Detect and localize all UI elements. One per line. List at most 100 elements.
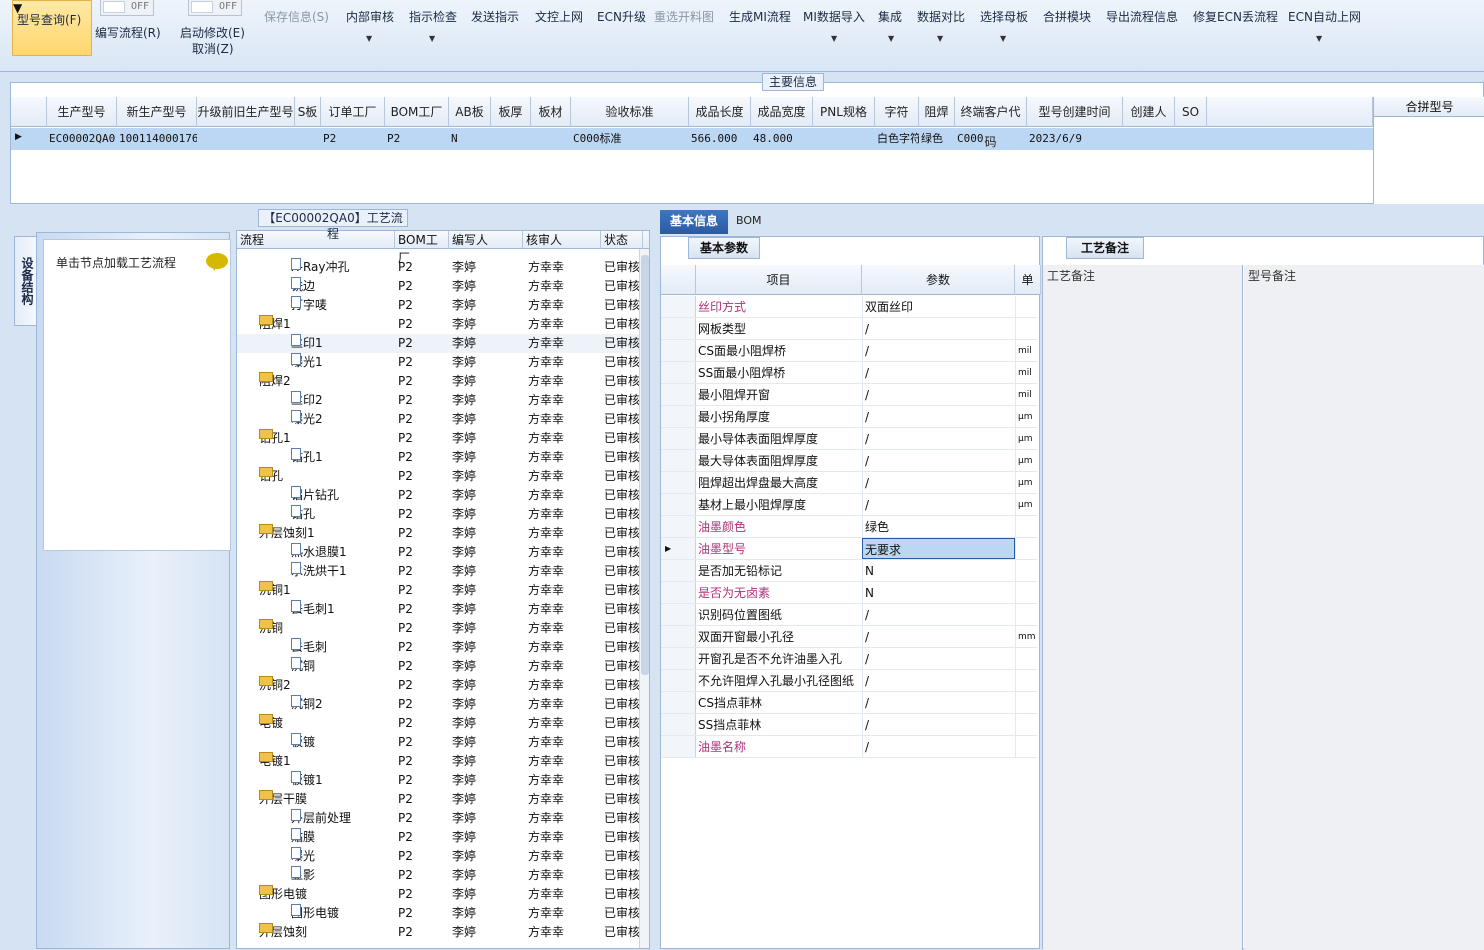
param-row[interactable]: ▶ 油墨型号 无要求 <box>661 538 1037 560</box>
param-value[interactable]: / <box>862 318 1015 339</box>
tree-row[interactable]: −沉铜P2李婷方幸幸已审核 <box>237 619 641 638</box>
tree-row[interactable]: 曝光 P2 李婷 方幸幸 已审核 <box>237 847 641 866</box>
param-row[interactable]: 阻焊超出焊盘最大高度 / μm <box>661 472 1037 494</box>
column-header[interactable]: 板材 <box>531 97 571 127</box>
column-header[interactable]: 板厚 <box>491 97 531 127</box>
data-compare-button[interactable]: 数据对比 ▼ <box>917 8 965 43</box>
process-remark-col[interactable]: 工艺备注 <box>1043 265 1243 950</box>
table-cell[interactable]: 白色字符 <box>877 128 919 150</box>
column-header[interactable]: 升级前旧生产型号 <box>197 97 295 127</box>
table-cell[interactable]: P2 <box>323 128 385 150</box>
column-header[interactable]: 创建人 <box>1123 97 1175 127</box>
tree-row[interactable]: 去毛刺 P2 李婷 方幸幸 已审核 <box>237 638 641 657</box>
tree-row[interactable]: −电镀P2李婷方幸幸已审核 <box>237 714 641 733</box>
table-cell[interactable]: N <box>451 128 491 150</box>
column-header[interactable]: 阻焊 <box>919 97 955 127</box>
toggle-switch-2[interactable]: OFF <box>188 0 242 16</box>
tree-row[interactable]: 热水退膜1 P2 李婷 方幸幸 已审核 <box>237 543 641 562</box>
process-scrollbar[interactable] <box>639 249 649 948</box>
tree-row[interactable]: 去毛刺1 P2 李婷 方幸幸 已审核 <box>237 600 641 619</box>
tree-row[interactable]: X-Ray冲孔 P2 李婷 方幸幸 已审核 <box>237 258 641 277</box>
device-structure-tab[interactable]: 设备结构 <box>14 236 38 326</box>
tree-row[interactable]: −钻孔1P2李婷方幸幸已审核 <box>237 429 641 448</box>
param-value[interactable]: 绿色 <box>862 516 1015 537</box>
tab-process-remark[interactable]: 工艺备注 <box>1066 237 1144 259</box>
param-value[interactable]: 无要求 <box>862 538 1015 559</box>
param-value[interactable]: / <box>862 406 1015 427</box>
send-instruct-button[interactable]: 发送指示 <box>471 8 519 25</box>
param-value[interactable]: / <box>862 450 1015 471</box>
param-row[interactable]: 最大导体表面阻焊厚度 / μm <box>661 450 1037 472</box>
tree-row[interactable]: −沉铜2P2李婷方幸幸已审核 <box>237 676 641 695</box>
tree-row[interactable]: 铝片钻孔 P2 李婷 方幸幸 已审核 <box>237 486 641 505</box>
select-mother-button[interactable]: 选择母板 ▼ <box>980 8 1028 43</box>
column-header[interactable]: 型号创建时间 <box>1027 97 1123 127</box>
param-row[interactable]: 不允许阻焊入孔最小孔径图纸 / <box>661 670 1037 692</box>
param-row[interactable]: SS挡点菲林 / <box>661 714 1037 736</box>
param-row[interactable]: 识别码位置图纸 / <box>661 604 1037 626</box>
tree-row[interactable]: 沉铜 P2 李婷 方幸幸 已审核 <box>237 657 641 676</box>
column-header[interactable]: 验收标准 <box>571 97 689 127</box>
tree-row[interactable]: 水洗烘干1 P2 李婷 方幸幸 已审核 <box>237 562 641 581</box>
merge-module-button[interactable]: 合拼模块 <box>1043 8 1091 25</box>
param-row[interactable]: CS面最小阻焊桥 / mil <box>661 340 1037 362</box>
tree-row[interactable]: 曝光2 P2 李婷 方幸幸 已审核 <box>237 410 641 429</box>
param-value[interactable]: / <box>862 428 1015 449</box>
table-cell[interactable]: 10011400017629 <box>119 128 197 150</box>
param-row[interactable]: 开窗孔是否不允许油墨入孔 / <box>661 648 1037 670</box>
node-hint-box[interactable]: 单击节点加载工艺流程 <box>43 239 231 551</box>
ecn-upgrade-button[interactable]: ECN升级 <box>597 8 646 25</box>
table-cell[interactable]: C000 <box>957 128 1027 150</box>
param-row[interactable]: 油墨名称 / <box>661 736 1037 758</box>
start-modify-button[interactable]: 启动修改(E) <box>180 24 245 41</box>
column-header[interactable]: S板 <box>295 97 321 127</box>
cancel-button[interactable]: 取消(Z) <box>192 40 234 57</box>
tree-row[interactable]: −钻孔P2李婷方幸幸已审核 <box>237 467 641 486</box>
doc-online-button[interactable]: 文控上网 <box>535 8 583 25</box>
ecn-auto-button[interactable]: ECN自动上网 ▼ <box>1288 8 1361 43</box>
tree-row[interactable]: −电镀1P2李婷方幸幸已审核 <box>237 752 641 771</box>
tree-row[interactable]: 板镀 P2 李婷 方幸幸 已审核 <box>237 733 641 752</box>
table-cell[interactable]: 绿色 <box>921 128 955 150</box>
column-header[interactable]: AB板 <box>449 97 491 127</box>
process-col-header[interactable]: BOM工厂 <box>395 231 449 265</box>
param-value[interactable]: / <box>862 472 1015 493</box>
tree-row[interactable]: −外层干膜P2李婷方幸幸已审核 <box>237 790 641 809</box>
tree-row[interactable]: 板镀1 P2 李婷 方幸幸 已审核 <box>237 771 641 790</box>
column-header[interactable]: 订单工厂 <box>321 97 385 127</box>
tree-row[interactable]: −阻焊2P2李婷方幸幸已审核 <box>237 372 641 391</box>
tree-row[interactable]: −图形电镀P2李婷方幸幸已审核 <box>237 885 641 904</box>
write-flow-button[interactable]: 编写流程(R) <box>95 24 161 41</box>
param-value[interactable]: / <box>862 736 1015 757</box>
column-header[interactable]: SO <box>1175 97 1207 127</box>
param-row[interactable]: 基材上最小阻焊厚度 / μm <box>661 494 1037 516</box>
table-cell[interactable]: C000标准 <box>573 128 689 150</box>
gen-mi-button[interactable]: 生成MI流程 <box>729 8 791 25</box>
param-value[interactable]: / <box>862 340 1015 361</box>
tree-row[interactable]: 打字唛 P2 李婷 方幸幸 已审核 <box>237 296 641 315</box>
param-value[interactable]: N <box>862 582 1015 603</box>
tree-row[interactable]: 铣边 P2 李婷 方幸幸 已审核 <box>237 277 641 296</box>
column-header[interactable]: PNL规格 <box>813 97 875 127</box>
param-value[interactable]: / <box>862 670 1015 691</box>
toggle-switch-1[interactable]: OFF <box>100 0 154 16</box>
table-cell[interactable]: 2023/6/9 <box>1029 128 1123 150</box>
param-value[interactable]: / <box>862 384 1015 405</box>
tree-row[interactable]: 外层前处理 P2 李婷 方幸幸 已审核 <box>237 809 641 828</box>
param-row[interactable]: 最小拐角厚度 / μm <box>661 406 1037 428</box>
param-value[interactable]: / <box>862 494 1015 515</box>
internal-review-button[interactable]: 内部审核 ▼ <box>346 8 394 43</box>
param-value[interactable]: / <box>862 362 1015 383</box>
param-row[interactable]: 丝印方式 双面丝印 <box>661 296 1037 318</box>
param-row[interactable]: 是否加无铅标记 N <box>661 560 1037 582</box>
param-row[interactable]: CS挡点菲林 / <box>661 692 1037 714</box>
tree-row[interactable]: 图形电镀 P2 李婷 方幸幸 已审核 <box>237 904 641 923</box>
column-header[interactable]: 生产型号 <box>47 97 117 127</box>
table-cell[interactable] <box>493 128 531 150</box>
process-col-header[interactable]: 流程 <box>237 231 395 249</box>
table-cell[interactable] <box>815 128 875 150</box>
param-value[interactable]: / <box>862 714 1015 735</box>
model-remark-col[interactable]: 型号备注 <box>1244 265 1484 950</box>
tree-row[interactable]: −外层蚀刻P2李婷方幸幸已审核 <box>237 923 641 942</box>
param-value[interactable]: / <box>862 692 1015 713</box>
